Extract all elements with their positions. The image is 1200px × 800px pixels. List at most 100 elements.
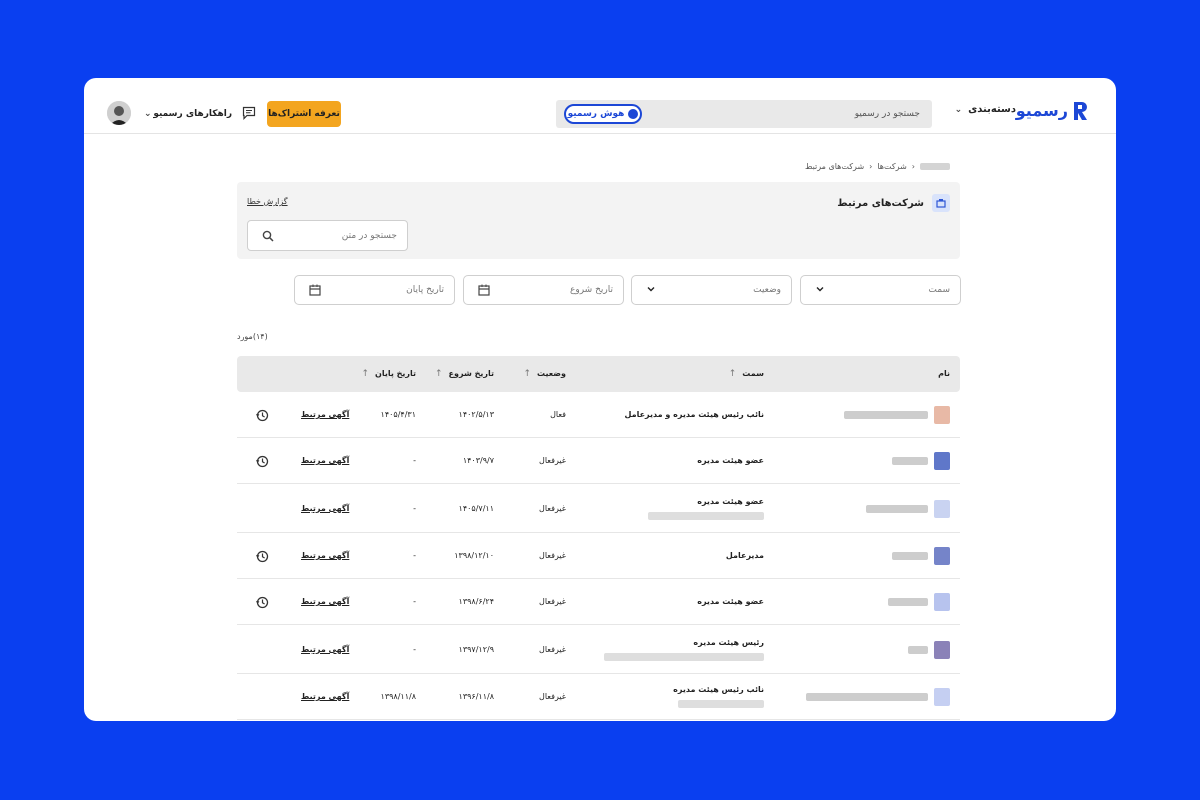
related-ad-link[interactable]: آگهی مرتبط [301, 597, 349, 606]
building-icon [932, 194, 950, 212]
column-status-label: وضعیت [537, 369, 566, 378]
category-menu-label: دسته‌بندی [968, 104, 1016, 115]
column-header-position[interactable]: سمت ↑ [729, 356, 764, 392]
breadcrumb: ‹ شرکت‌ها ‹ شرکت‌های مرتبط [805, 162, 950, 171]
position-filter-select[interactable]: سمت [800, 275, 961, 305]
table-row: نائب رئیس هیئت مدیره غیرفعال ۱۳۹۶/۱۱/۸ ۱۳۹۸… [237, 674, 960, 720]
status-cell: فعال [550, 410, 566, 419]
end-date-filter-input[interactable]: تاریخ پایان [294, 275, 455, 305]
company-name-redacted[interactable] [888, 598, 928, 606]
ai-search-button[interactable]: هوش رسمیو [564, 104, 642, 124]
related-ad-link[interactable]: آگهی مرتبط [301, 692, 349, 701]
position-detail-redacted [648, 511, 764, 520]
category-menu[interactable]: دسته‌بندی ⌄ [955, 104, 1016, 115]
subscription-plans-button[interactable]: تعرفه اشتراک‌ها [267, 101, 341, 127]
status-cell: غیرفعال [539, 692, 566, 701]
sort-arrow-icon: ↑ [435, 369, 443, 379]
column-header-status[interactable]: وضعیت ↑ [524, 356, 567, 392]
logo-text: رسمیو [1015, 101, 1068, 120]
company-name-redacted[interactable] [908, 645, 928, 654]
user-avatar[interactable] [107, 101, 131, 125]
company-logo-redacted [934, 688, 950, 706]
report-error-link[interactable]: گزارش خطا [247, 197, 288, 206]
top-header: رسمیو دسته‌بندی ⌄ جستجو در رسمیو هوش رسم… [84, 78, 1116, 134]
company-logo-redacted [934, 593, 950, 611]
company-logo-redacted [934, 499, 950, 518]
chevron-down-icon: ⌄ [144, 109, 152, 119]
chevron-down-icon [647, 287, 655, 292]
breadcrumb-home-redacted[interactable] [920, 163, 950, 170]
status-filter-select[interactable]: وضعیت [631, 275, 792, 305]
position-cell: عضو هیئت مدیره [697, 496, 764, 506]
text-search-input[interactable]: جستجو در متن [247, 220, 408, 251]
history-icon[interactable] [256, 455, 269, 468]
status-cell: غیرفعال [539, 503, 566, 513]
status-cell: غیرفعال [539, 456, 566, 465]
column-header-name[interactable]: نام [938, 356, 950, 392]
position-cell: عضو هیئت مدیره [697, 597, 764, 606]
end-date-cell: - [413, 551, 416, 560]
end-date-cell: - [413, 644, 416, 654]
sort-arrow-icon: ↑ [361, 369, 369, 379]
panel-title-wrap: شرکت‌های مرتبط [837, 194, 950, 212]
position-cell: نائب رئیس هیئت مدیره [673, 685, 764, 694]
chevron-left-icon: ‹ [869, 162, 873, 171]
company-logo-redacted [934, 452, 950, 470]
brand-logo[interactable]: رسمیو [1016, 100, 1088, 122]
end-date-cell: - [413, 456, 416, 465]
history-icon[interactable] [256, 550, 269, 563]
search-icon [262, 230, 274, 242]
sort-arrow-icon: ↑ [523, 369, 532, 379]
related-ad-link[interactable]: آگهی مرتبط [301, 645, 349, 654]
company-name-redacted[interactable] [844, 411, 928, 419]
history-icon[interactable] [256, 409, 269, 422]
chevron-down-icon: ⌄ [954, 104, 963, 115]
chat-icon[interactable] [242, 106, 256, 120]
solutions-menu[interactable]: راهکارهای رسمیو ⌄ [144, 106, 232, 122]
solutions-menu-label: راهکارهای رسمیو [153, 109, 232, 119]
table-row: عضو هیئت مدیره غیرفعال ۱۴۰۳/۹/۷ - آگهی مرتبط [237, 438, 960, 484]
company-name-redacted[interactable] [806, 693, 928, 701]
user-avatar-icon [107, 101, 131, 125]
position-detail-redacted [678, 700, 764, 708]
start-date-filter-input[interactable]: تاریخ شروع [463, 275, 624, 305]
start-date-cell: ۱۴۰۲/۵/۱۳ [458, 410, 494, 419]
related-ad-link[interactable]: آگهی مرتبط [301, 551, 349, 560]
column-start-date-label: تاریخ شروع [448, 369, 494, 378]
related-ad-link[interactable]: آگهی مرتبط [301, 504, 349, 513]
start-date-cell: ۱۳۹۶/۱۱/۸ [458, 692, 494, 701]
end-date-filter-label: تاریخ پایان [406, 285, 444, 295]
table-body: نائب رئیس هیئت مدیره و مدیرعامل فعال ۱۴۰۲/… [237, 392, 960, 720]
history-icon[interactable] [256, 596, 269, 609]
site-search-input[interactable]: جستجو در رسمیو هوش رسمیو [556, 100, 932, 128]
breadcrumb-current: شرکت‌های مرتبط [804, 162, 865, 171]
column-header-start-date[interactable]: تاریخ شروع ↑ [435, 356, 494, 392]
end-date-cell: - [413, 597, 416, 606]
company-logo-redacted [934, 640, 950, 659]
column-end-date-label: تاریخ پایان [374, 369, 416, 378]
related-companies-panel: شرکت‌های مرتبط گزارش خطا جستجو در متن [237, 182, 960, 259]
start-date-cell: ۱۴۰۵/۷/۱۱ [458, 503, 494, 513]
column-header-end-date[interactable]: تاریخ پایان ↑ [361, 356, 416, 392]
company-name-redacted[interactable] [892, 457, 928, 465]
breadcrumb-companies[interactable]: شرکت‌ها [877, 162, 906, 171]
company-name-redacted[interactable] [892, 552, 928, 560]
site-search-placeholder: جستجو در رسمیو [854, 109, 920, 119]
start-date-cell: ۱۴۰۳/۹/۷ [462, 456, 494, 465]
chevron-down-icon [816, 287, 824, 292]
company-logo-redacted [934, 547, 950, 565]
start-date-cell: ۱۳۹۸/۶/۲۴ [458, 597, 494, 606]
logo-mark-icon [1074, 102, 1087, 120]
table-row: عضو هیئت مدیره غیرفعال ۱۳۹۸/۶/۲۴ - آگهی مرتب… [237, 579, 960, 625]
calendar-icon [309, 284, 321, 296]
related-ad-link[interactable]: آگهی مرتبط [301, 410, 349, 419]
position-cell: عضو هیئت مدیره [697, 456, 764, 465]
ai-search-label: هوش رسمیو [567, 109, 625, 119]
end-date-cell: - [413, 503, 416, 513]
ai-bot-icon [628, 109, 639, 119]
result-count: (۱۴)مورد [237, 332, 268, 341]
related-ad-link[interactable]: آگهی مرتبط [301, 456, 349, 465]
position-cell: رئیس هیئت مدیره [693, 637, 764, 647]
status-filter-label: وضعیت [753, 285, 781, 295]
company-name-redacted[interactable] [866, 504, 928, 513]
